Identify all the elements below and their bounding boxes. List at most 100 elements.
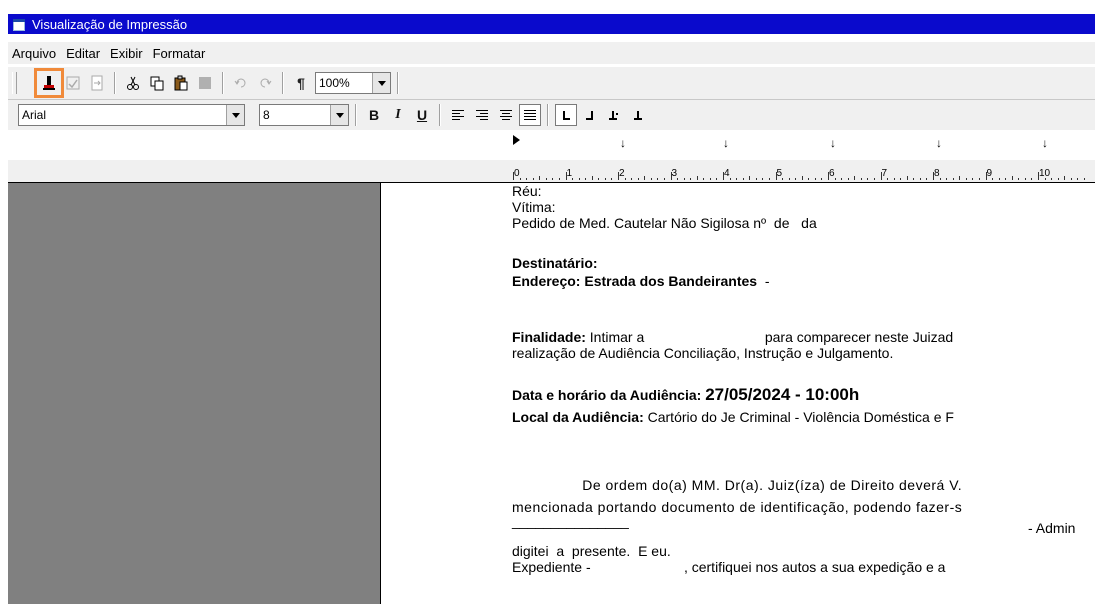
zoom-select[interactable]: 100% bbox=[315, 72, 391, 94]
app-icon bbox=[12, 18, 26, 31]
ruler-tick bbox=[585, 178, 587, 180]
tab-stop-marker[interactable]: ↓ bbox=[936, 136, 942, 150]
tab-stop-marker[interactable]: ↓ bbox=[723, 136, 729, 150]
tab-center-icon[interactable] bbox=[627, 104, 649, 126]
toolbar-grip[interactable] bbox=[12, 72, 17, 94]
digitei-line: digitei a presente. E eu. bbox=[512, 543, 671, 559]
menu-exibir[interactable]: Exibir bbox=[105, 46, 148, 61]
ruler-tick bbox=[572, 178, 574, 180]
ruler-tick bbox=[696, 176, 698, 180]
ruler-tick bbox=[637, 178, 639, 180]
menu-editar[interactable]: Editar bbox=[61, 46, 105, 61]
tab-stop-marker[interactable]: ↓ bbox=[620, 136, 626, 150]
ruler-tick bbox=[880, 172, 882, 180]
chevron-down-icon[interactable] bbox=[330, 105, 348, 125]
ruler-tick bbox=[1005, 178, 1007, 180]
left-indent-marker[interactable] bbox=[513, 135, 520, 145]
ruler-tick bbox=[1038, 172, 1039, 180]
ruler-tick bbox=[919, 178, 921, 180]
ruler-tick bbox=[552, 178, 554, 180]
ruler-tick bbox=[1057, 178, 1059, 180]
tab-stops-bar[interactable]: ↓ ↓ ↓ ↓ ↓ bbox=[8, 131, 1095, 153]
copy-icon[interactable] bbox=[146, 72, 168, 94]
paragraph-marks-icon[interactable]: ¶ bbox=[290, 72, 312, 94]
ruler-tick bbox=[913, 178, 915, 180]
italic-button[interactable]: I bbox=[387, 104, 409, 126]
menu-arquivo[interactable]: Arquivo bbox=[8, 46, 61, 61]
align-right-icon[interactable] bbox=[471, 104, 493, 126]
align-center-icon[interactable] bbox=[495, 104, 517, 126]
document-page[interactable]: Réu: Vítima: Pedido de Med. Cautelar Não… bbox=[381, 183, 1095, 604]
ruler-tick bbox=[978, 178, 980, 180]
font-size-select[interactable]: 8 bbox=[259, 104, 349, 126]
expediente-line: Expediente - , certifiquei nos autos a s… bbox=[512, 559, 946, 575]
horizontal-ruler[interactable]: 0 1 2 3 4 5 6 7 8 9 10 bbox=[8, 160, 1095, 183]
font-name-select[interactable]: Arial bbox=[18, 104, 245, 126]
ruler-tick bbox=[690, 178, 692, 180]
reu-line: Réu: bbox=[512, 183, 542, 199]
ruler-tick bbox=[742, 178, 744, 180]
print-button[interactable] bbox=[34, 68, 64, 98]
ruler-tick bbox=[782, 178, 784, 180]
menu-formatar[interactable]: Formatar bbox=[148, 46, 211, 61]
paste-icon[interactable] bbox=[170, 72, 192, 94]
align-left-icon[interactable] bbox=[447, 104, 469, 126]
ruler-tick bbox=[749, 176, 751, 180]
ruler-tick bbox=[716, 178, 718, 180]
ruler-tick bbox=[1031, 178, 1033, 180]
disabled-toolbar-button[interactable] bbox=[22, 72, 36, 94]
ruler-tick bbox=[972, 178, 974, 180]
tab-left-icon[interactable] bbox=[555, 104, 577, 126]
ruler-tick bbox=[841, 178, 843, 180]
ruler-tick bbox=[683, 178, 685, 180]
destinatario-line: Destinatário: bbox=[512, 255, 598, 271]
align-justify-icon[interactable] bbox=[519, 104, 541, 126]
ruler-tick bbox=[946, 178, 948, 180]
ruler-tick bbox=[933, 172, 934, 180]
ruler-tick bbox=[736, 178, 738, 180]
ruler-tick bbox=[1011, 176, 1013, 180]
format-painter-icon[interactable] bbox=[194, 72, 216, 94]
vitima-line: Vítima: bbox=[512, 199, 556, 215]
standard-toolbar: ¶ 100% bbox=[8, 66, 1095, 100]
ruler-tick bbox=[860, 178, 862, 180]
ruler-tick bbox=[867, 178, 869, 180]
window-title: Visualização de Impressão bbox=[32, 16, 188, 32]
ruler-tick bbox=[513, 172, 514, 180]
ruler-tick bbox=[775, 172, 777, 180]
zoom-value: 100% bbox=[319, 76, 350, 90]
cut-icon[interactable] bbox=[122, 72, 144, 94]
title-bar[interactable]: Visualização de Impressão bbox=[8, 14, 1095, 34]
ruler-tick bbox=[847, 178, 849, 180]
preview-background bbox=[8, 183, 380, 604]
tab-stop-marker[interactable]: ↓ bbox=[830, 136, 836, 150]
ruler-tick bbox=[545, 178, 547, 180]
ruler-tick bbox=[854, 176, 856, 180]
spell-check-icon[interactable] bbox=[62, 72, 84, 94]
redo-icon[interactable] bbox=[254, 72, 276, 94]
ruler-tick bbox=[801, 176, 803, 180]
undo-icon[interactable] bbox=[230, 72, 252, 94]
toolbar-separator bbox=[222, 72, 224, 94]
ruler-tick bbox=[1044, 178, 1046, 180]
tab-stop-marker[interactable]: ↓ bbox=[1042, 136, 1048, 150]
underline-button[interactable]: U bbox=[411, 104, 433, 126]
finalidade-line: Finalidade: Intimar a para comparecer ne… bbox=[512, 329, 954, 345]
ruler-tick bbox=[755, 178, 757, 180]
export-page-icon[interactable] bbox=[86, 72, 108, 94]
ruler-tick bbox=[985, 172, 987, 180]
ruler-tick bbox=[939, 178, 941, 180]
tab-right-icon[interactable] bbox=[579, 104, 601, 126]
ruler-tick bbox=[709, 178, 711, 180]
ruler-tick bbox=[762, 178, 764, 180]
ruler-tick bbox=[906, 176, 908, 180]
signature-underline: _______________ bbox=[512, 513, 629, 529]
chevron-down-icon[interactable] bbox=[226, 105, 244, 125]
print-stamp-icon bbox=[43, 76, 55, 90]
chevron-down-icon[interactable] bbox=[372, 73, 390, 93]
font-name-value: Arial bbox=[22, 108, 47, 122]
ruler-tick bbox=[729, 178, 731, 180]
bold-button[interactable]: B bbox=[363, 104, 385, 126]
ruler-tick bbox=[624, 178, 626, 180]
tab-decimal-icon[interactable] bbox=[603, 104, 625, 126]
